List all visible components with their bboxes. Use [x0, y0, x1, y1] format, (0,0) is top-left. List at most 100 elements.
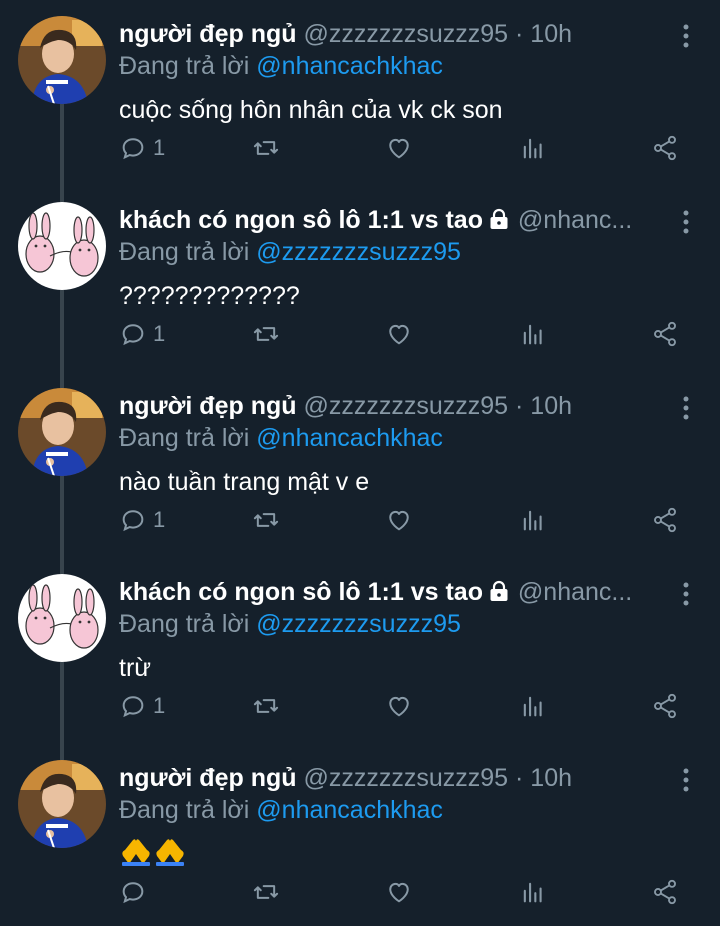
views-button[interactable]	[519, 316, 547, 352]
replying-to: Đang trả lời @nhancachkhac	[119, 420, 443, 456]
retweet-button[interactable]	[251, 130, 281, 166]
heart-icon	[389, 882, 409, 903]
share-icon	[654, 321, 676, 347]
avatar[interactable]	[18, 388, 106, 476]
avatar[interactable]	[18, 202, 106, 290]
comment-icon	[122, 138, 144, 160]
avatar[interactable]	[18, 574, 106, 662]
separator-dot: ·	[515, 392, 524, 420]
analytics-icon	[523, 324, 542, 345]
reply-button[interactable]: 1	[119, 316, 165, 352]
display-name[interactable]: khách có ngon sô lô 1:1 vs tao	[119, 578, 483, 606]
tweet-header: khách có ngon sô lô 1:1 vs tao @nhanc...	[119, 574, 679, 610]
like-button[interactable]	[385, 502, 413, 538]
lock-icon	[487, 205, 511, 238]
replying-to-label: Đang trả lời	[119, 52, 250, 80]
avatar[interactable]	[18, 760, 106, 848]
reply-count: 1	[153, 693, 166, 718]
thread-line	[60, 104, 64, 186]
reply-button[interactable]: 1	[119, 130, 165, 166]
like-button[interactable]	[385, 316, 413, 352]
share-button[interactable]	[651, 502, 679, 538]
retweet-icon	[253, 327, 279, 341]
username[interactable]: @zzzzzzzsuzzz95	[303, 392, 508, 420]
tweet[interactable]: khách có ngon sô lô 1:1 vs tao @nhanc...…	[0, 558, 720, 744]
replying-to-label: Đang trả lời	[119, 610, 250, 638]
display-name[interactable]: người đẹp ngủ	[119, 392, 297, 420]
more-vertical-icon[interactable]	[680, 582, 692, 606]
heart-icon	[389, 138, 409, 159]
share-button[interactable]	[651, 130, 679, 166]
retweet-button[interactable]	[251, 688, 281, 724]
tweet-header: người đẹp ngủ @zzzzzzzsuzzz95 · 10h	[119, 16, 679, 52]
views-button[interactable]	[519, 688, 547, 724]
mention-link[interactable]: @nhancachkhac	[256, 52, 443, 80]
share-button[interactable]	[651, 316, 679, 352]
replying-to: Đang trả lời @nhancachkhac	[119, 792, 443, 828]
display-name[interactable]: khách có ngon sô lô 1:1 vs tao	[119, 206, 483, 234]
retweet-icon	[253, 699, 279, 713]
more-vertical-icon[interactable]	[680, 24, 692, 48]
analytics-icon	[523, 138, 542, 159]
more-vertical-icon[interactable]	[680, 210, 692, 234]
reply-button[interactable]	[119, 874, 153, 910]
thread-line	[60, 744, 64, 760]
share-icon	[654, 879, 676, 905]
tweet[interactable]: người đẹp ngủ @zzzzzzzsuzzz95 · 10h Đang…	[0, 744, 720, 926]
tweet-text: cuộc sống hôn nhân của vk ck son	[119, 96, 503, 124]
mention-link[interactable]: @zzzzzzzsuzzz95	[256, 610, 461, 638]
reply-count: 1	[153, 135, 166, 160]
mention-link[interactable]: @nhancachkhac	[256, 424, 443, 452]
reply-button[interactable]: 1	[119, 688, 165, 724]
replying-to-label: Đang trả lời	[119, 796, 250, 824]
share-icon	[654, 135, 676, 161]
timestamp[interactable]: 10h	[530, 20, 572, 48]
thread-line	[60, 662, 64, 744]
username[interactable]: @zzzzzzzsuzzz95	[303, 20, 508, 48]
views-button[interactable]	[519, 502, 547, 538]
retweet-icon	[253, 513, 279, 527]
share-button[interactable]	[651, 874, 679, 910]
lock-icon	[487, 577, 511, 610]
timestamp[interactable]: 10h	[530, 764, 572, 792]
action-bar: 1	[119, 130, 689, 166]
views-button[interactable]	[519, 130, 547, 166]
folded-hands-emoji-icon	[119, 836, 187, 876]
retweet-button[interactable]	[251, 502, 281, 538]
comment-icon	[122, 696, 144, 718]
mention-link[interactable]: @nhancachkhac	[256, 796, 443, 824]
retweet-button[interactable]	[251, 874, 281, 910]
username[interactable]: @nhanc...	[518, 578, 632, 606]
reply-button[interactable]: 1	[119, 502, 165, 538]
tweet-text: trừ	[119, 654, 152, 682]
like-button[interactable]	[385, 874, 413, 910]
tweet[interactable]: người đẹp ngủ @zzzzzzzsuzzz95 · 10h Đang…	[0, 372, 720, 558]
username[interactable]: @nhanc...	[518, 206, 632, 234]
retweet-button[interactable]	[251, 316, 281, 352]
thread-line	[60, 558, 64, 574]
replying-to-label: Đang trả lời	[119, 424, 250, 452]
timestamp[interactable]: 10h	[530, 392, 572, 420]
tweet[interactable]: người đẹp ngủ @zzzzzzzsuzzz95 · 10h Đang…	[0, 0, 720, 186]
tweet-header: người đẹp ngủ @zzzzzzzsuzzz95 · 10h	[119, 388, 679, 424]
more-vertical-icon[interactable]	[680, 396, 692, 420]
mention-link[interactable]: @zzzzzzzsuzzz95	[256, 238, 461, 266]
tweet[interactable]: khách có ngon sô lô 1:1 vs tao @nhanc...…	[0, 186, 720, 372]
replying-to: Đang trả lời @nhancachkhac	[119, 48, 443, 84]
heart-icon	[389, 324, 409, 345]
action-bar	[119, 874, 689, 910]
share-button[interactable]	[651, 688, 679, 724]
like-button[interactable]	[385, 688, 413, 724]
thread-line	[60, 372, 64, 388]
views-button[interactable]	[519, 874, 547, 910]
replying-to-label: Đang trả lời	[119, 238, 250, 266]
display-name[interactable]: người đẹp ngủ	[119, 764, 297, 792]
display-name[interactable]: người đẹp ngủ	[119, 20, 297, 48]
more-vertical-icon[interactable]	[680, 768, 692, 792]
username[interactable]: @zzzzzzzsuzzz95	[303, 764, 508, 792]
avatar[interactable]	[18, 16, 106, 104]
separator-dot: ·	[515, 20, 524, 48]
comment-icon	[122, 510, 144, 532]
like-button[interactable]	[385, 130, 413, 166]
tweet-text: nào tuần trang mật v e	[119, 468, 370, 496]
